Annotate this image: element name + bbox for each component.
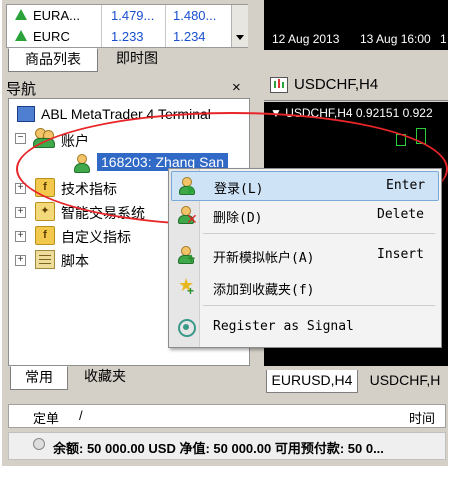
menu-item-new-demo-account[interactable]: + 开新模拟帐户(A) Insert — [171, 241, 437, 269]
collapse-icon[interactable]: − — [15, 133, 26, 144]
symbol: EURA... — [33, 8, 80, 23]
column-time[interactable]: 时间 — [409, 408, 435, 427]
scripts-icon — [35, 250, 55, 269]
menu-label: 删除(D) — [213, 211, 263, 226]
expand-icon[interactable]: + — [15, 231, 26, 242]
menu-shortcut: Delete — [377, 207, 424, 222]
navigator-title: 导航 — [6, 81, 37, 98]
tree-custom-indicators[interactable]: 自定义指标 — [61, 227, 131, 247]
tree-scripts[interactable]: 脚本 — [61, 251, 89, 271]
terminal-icon — [17, 106, 35, 122]
menu-item-login[interactable]: 登录(L) Enter — [171, 171, 439, 201]
chart-titlebar: USDCHF,H4 — [264, 70, 448, 101]
sort-indicator: / — [79, 408, 83, 423]
market-watch-row[interactable]: EURC 1.233 1.234 — [7, 26, 247, 47]
delete-user-icon: ✕ — [177, 206, 198, 227]
expand-icon[interactable]: + — [15, 207, 26, 218]
context-menu: 登录(L) Enter ✕ 删除(D) Delete + 开新模拟帐户(A) I… — [168, 168, 442, 348]
menu-label: 登录(L) — [214, 182, 264, 197]
balance-text: 余额: 50 000.00 USD 净值: 50 000.00 可用预付款: 5… — [53, 441, 384, 456]
date-label: 12 Aug 2013 — [272, 32, 340, 46]
tab-symbols[interactable]: 商品列表 — [8, 48, 98, 72]
ask-price: 1.480... — [173, 8, 217, 23]
column-order[interactable]: 定单 — [33, 408, 59, 427]
date-label: 1 — [440, 32, 447, 46]
symbol: EURC — [33, 29, 70, 44]
ask-price: 1.234 — [173, 29, 206, 44]
tab-charts[interactable]: 即时图 — [98, 48, 176, 70]
tab-favorites[interactable]: 收藏夹 — [70, 366, 140, 388]
scrollbar[interactable] — [231, 5, 248, 47]
balance-row[interactable]: 余额: 50 000.00 USD 净值: 50 000.00 可用预付款: 5… — [8, 432, 446, 460]
price-up-icon — [15, 30, 27, 41]
menu-item-delete[interactable]: ✕ 删除(D) Delete — [171, 201, 437, 229]
menu-label: 开新模拟帐户(A) — [213, 251, 315, 266]
chart-tab-usdchf[interactable]: USDCHF,H — [362, 370, 448, 392]
menu-shortcut: Insert — [377, 247, 424, 262]
menu-label: 添加到收藏夹(f) — [213, 283, 315, 298]
chart-window-icon — [270, 77, 288, 93]
star-icon: ★ + — [178, 275, 195, 298]
expand-icon[interactable]: + — [15, 255, 26, 266]
chart-tab-eurusd[interactable]: EURUSD,H4 — [266, 370, 358, 393]
menu-shortcut: Enter — [386, 178, 426, 193]
chart-title: USDCHF,H4 — [294, 76, 379, 93]
bid-price: 1.479... — [111, 8, 155, 23]
menu-label: Register as Signal — [213, 319, 354, 334]
signal-icon — [177, 318, 196, 337]
scroll-down-icon — [236, 35, 244, 40]
expert-advisors-icon: ✦ — [35, 202, 55, 221]
terminal-header: 定单 / 时间 — [8, 404, 446, 428]
tab-common[interactable]: 常用 — [10, 366, 68, 390]
price-up-icon — [15, 9, 27, 20]
menu-item-register-signal[interactable]: Register as Signal — [171, 313, 437, 341]
login-icon — [178, 177, 196, 195]
menu-item-add-to-favorites[interactable]: ★ + 添加到收藏夹(f) — [171, 273, 437, 301]
add-user-icon: + — [177, 246, 195, 266]
close-icon[interactable]: × — [232, 79, 241, 96]
custom-indicators-icon: f — [35, 226, 55, 245]
market-watch-list: EURA... 1.479... 1.480... EURC 1.233 1.2… — [6, 4, 248, 48]
chart-eurusd[interactable]: 12 Aug 2013 13 Aug 16:00 1 — [264, 0, 448, 50]
bid-price: 1.233 — [111, 29, 144, 44]
date-label: 13 Aug 16:00 — [360, 32, 431, 46]
market-watch-row[interactable]: EURA... 1.479... 1.480... — [7, 5, 247, 26]
balance-icon — [33, 438, 45, 450]
